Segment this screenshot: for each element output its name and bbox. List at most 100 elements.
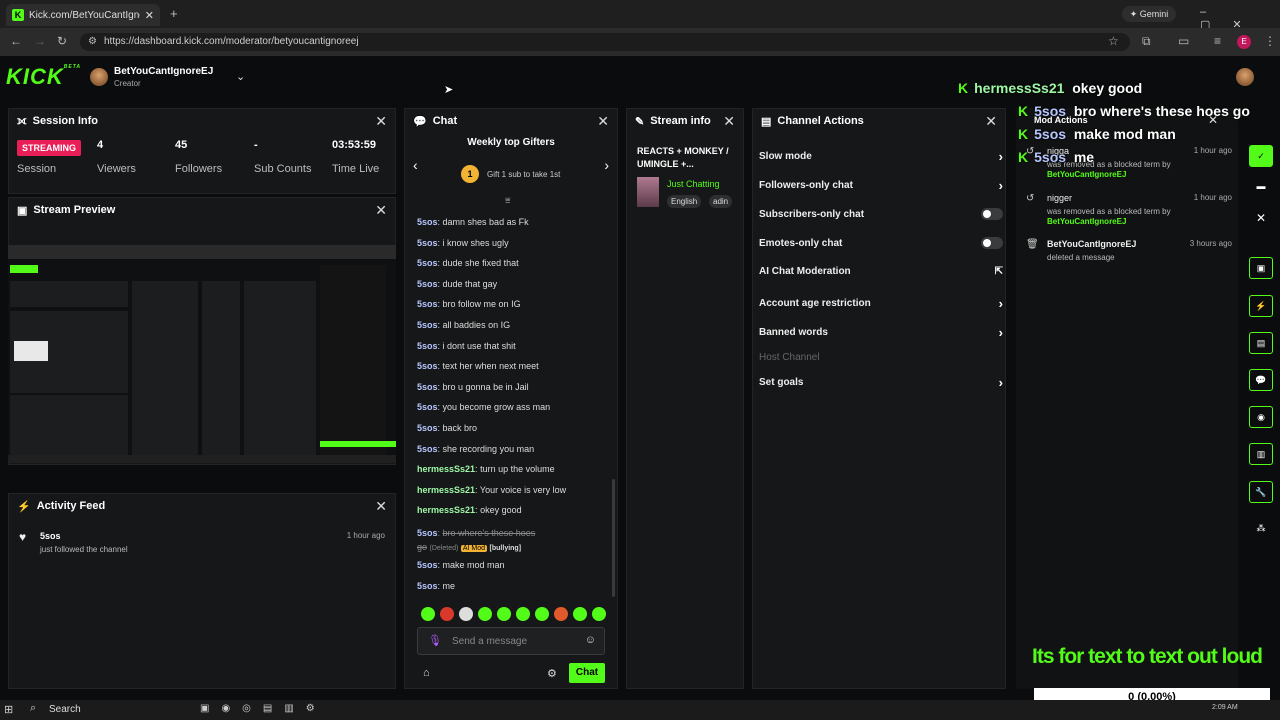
sidebar-check-button[interactable]: ✓ <box>1249 145 1273 167</box>
gift-cta[interactable]: Gift 1 sub to take 1st <box>487 170 560 179</box>
emote-icon[interactable] <box>440 607 454 621</box>
close-icon[interactable]: ✕ <box>375 113 387 130</box>
site-info-icon[interactable]: ⚙ <box>88 36 97 47</box>
set-goals-item[interactable]: Set goals › <box>759 375 1003 390</box>
gifters-next-icon[interactable]: › <box>604 157 609 173</box>
emote-icon[interactable] <box>535 607 549 621</box>
user-avatar[interactable] <box>1236 68 1254 86</box>
chat-username[interactable]: 5sos <box>417 320 438 330</box>
taskbar-search[interactable]: Search <box>49 704 81 715</box>
close-icon[interactable]: ✕ <box>985 113 997 130</box>
bolt-icon: ⚡ <box>17 500 31 513</box>
chat-username[interactable]: hermessSs21 <box>417 505 475 515</box>
store-icon[interactable]: ⌂ <box>423 667 430 679</box>
banned-words-item[interactable]: Banned words › <box>759 325 1003 340</box>
activity-user[interactable]: 5sos <box>40 531 61 541</box>
gifters-prev-icon[interactable]: ‹ <box>413 157 418 173</box>
browser-tab[interactable]: K Kick.com/BetYouCantIgnoreEJ Stream - K… <box>6 4 160 26</box>
sidebar-share-button[interactable]: ⁂ <box>1249 518 1273 540</box>
emote-icon[interactable] <box>478 607 492 621</box>
mod-by[interactable]: BetYouCantIgnoreEJ <box>1047 217 1126 226</box>
send-chat-button[interactable]: Chat <box>569 663 605 683</box>
stream-preview-video[interactable] <box>8 245 396 463</box>
profile-avatar[interactable]: E <box>1237 35 1251 49</box>
chat-username[interactable]: 5sos <box>417 341 438 351</box>
sidebar-bolt-button[interactable]: ⚡ <box>1249 295 1273 317</box>
chat-input[interactable]: 🎙 Send a message ☺ <box>417 627 605 655</box>
close-tab-icon[interactable]: ✕ <box>145 9 154 22</box>
chat-username[interactable]: 5sos <box>417 299 438 309</box>
kick-logo[interactable]: KICKBETA <box>6 64 81 90</box>
chat-username[interactable]: hermessSs21 <box>417 464 475 474</box>
close-icon[interactable]: ✕ <box>375 202 387 219</box>
media-icon[interactable]: ≡ <box>1214 34 1221 48</box>
emote-icon[interactable] <box>573 607 587 621</box>
emoji-icon[interactable]: ☺ <box>585 634 596 646</box>
reload-icon[interactable]: ↻ <box>57 34 67 48</box>
ai-moderation-item[interactable]: AI Chat Moderation ⇱ <box>759 266 1003 277</box>
emotes-only-item[interactable]: Emotes-only chat <box>759 237 1003 249</box>
sidebar-screen-button[interactable]: ▣ <box>1249 257 1273 279</box>
chat-username[interactable]: 5sos <box>417 528 438 538</box>
sidebar-broadcast-button[interactable]: ◉ <box>1249 406 1273 428</box>
sidebar-chat-button[interactable]: 💬 <box>1249 369 1273 391</box>
mod-term[interactable]: BetYouCantIgnoreEJ <box>1047 239 1136 249</box>
chat-username[interactable]: 5sos <box>417 560 438 570</box>
channel-name[interactable]: BetYouCantIgnoreEJ <box>114 66 213 77</box>
chat-username[interactable]: 5sos <box>417 402 438 412</box>
chat-username[interactable]: 5sos <box>417 444 438 454</box>
back-icon[interactable]: ← <box>10 34 22 48</box>
windows-start-icon[interactable]: ⊞ <box>4 703 13 716</box>
emote-icon[interactable] <box>592 607 606 621</box>
taskbar-search-icon[interactable]: ⌕ <box>30 702 36 715</box>
chat-username[interactable]: 5sos <box>417 423 438 433</box>
subscribers-only-toggle[interactable] <box>981 208 1003 220</box>
pinned-icon[interactable]: ⩸ <box>505 195 510 206</box>
channel-switch-chevron-icon[interactable]: ⌄ <box>236 70 245 83</box>
account-age-item[interactable]: Account age restriction › <box>759 296 1003 311</box>
chat-username[interactable]: 5sos <box>417 581 438 591</box>
close-icon[interactable]: ✕ <box>375 498 387 515</box>
sidebar-actions-button[interactable]: ▥ <box>1249 443 1273 465</box>
sidebar-notes-button[interactable]: ▤ <box>1249 332 1273 354</box>
close-icon[interactable]: ✕ <box>597 113 609 130</box>
chat-username[interactable]: 5sos <box>417 258 438 268</box>
forward-icon[interactable]: → <box>34 34 46 48</box>
chat-text: all baddies on IG <box>442 319 511 330</box>
emote-icon[interactable] <box>497 607 511 621</box>
mic-icon[interactable]: 🎙 <box>428 634 442 647</box>
external-link-icon: ⇱ <box>994 266 1003 277</box>
emote-icon[interactable] <box>516 607 530 621</box>
extensions-icon[interactable]: ⧉ <box>1142 34 1151 49</box>
undo-icon[interactable]: ↺ <box>1026 193 1034 204</box>
close-icon[interactable]: ✕ <box>723 113 735 130</box>
chat-username[interactable]: 5sos <box>417 361 438 371</box>
chat-username[interactable]: 5sos <box>417 382 438 392</box>
sidebar-wrench-button[interactable]: 🔧 <box>1249 481 1273 503</box>
gemini-button[interactable]: ✦ Gemini <box>1122 6 1176 22</box>
emote-icon[interactable] <box>554 607 568 621</box>
chat-username[interactable]: 5sos <box>417 238 438 248</box>
new-tab-button[interactable]: + <box>170 6 178 21</box>
slow-mode-item[interactable]: Slow mode › <box>759 149 1003 164</box>
mod-by[interactable]: BetYouCantIgnoreEJ <box>1047 170 1126 179</box>
emotes-only-toggle[interactable] <box>981 237 1003 249</box>
category-name[interactable]: Just Chatting <box>667 179 720 189</box>
chat-username[interactable]: hermessSs21 <box>417 485 475 495</box>
sidebar-layout-button[interactable]: ▬ <box>1249 176 1273 198</box>
sidebar-close-button[interactable]: ✕ <box>1249 208 1273 230</box>
bookmark-star-icon[interactable]: ☆ <box>1108 34 1119 48</box>
browser-menu-icon[interactable]: ⋮ <box>1264 34 1276 48</box>
chat-scrollbar[interactable] <box>612 479 615 597</box>
emote-bar[interactable] <box>421 607 611 621</box>
cast-icon[interactable]: ▭ <box>1178 34 1189 48</box>
chat-username[interactable]: 5sos <box>417 217 438 227</box>
emote-icon[interactable] <box>459 607 473 621</box>
emote-icon[interactable] <box>421 607 435 621</box>
taskbar-apps[interactable]: ▣◉◎▤▥⚙ <box>200 703 327 714</box>
followers-only-item[interactable]: Followers-only chat › <box>759 178 1003 193</box>
chat-username[interactable]: 5sos <box>417 279 438 289</box>
url-field[interactable]: https://dashboard.kick.com/moderator/bet… <box>80 33 1130 51</box>
settings-gear-icon[interactable]: ⚙ <box>547 667 557 680</box>
subscribers-only-item[interactable]: Subscribers-only chat <box>759 208 1003 220</box>
